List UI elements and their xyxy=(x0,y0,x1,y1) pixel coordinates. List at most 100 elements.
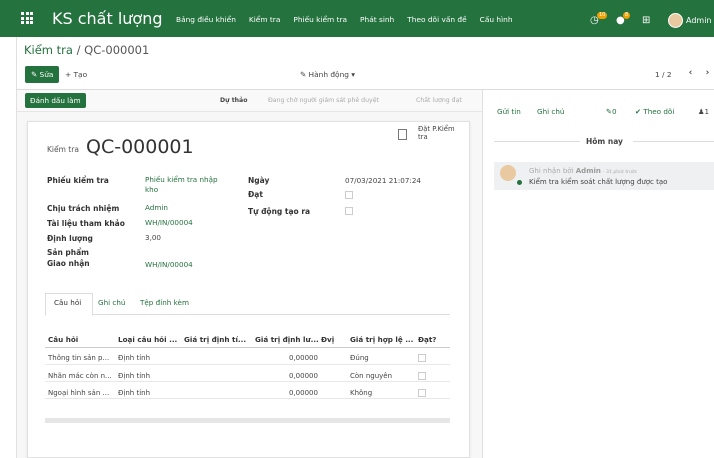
top-navbar: KS chất lượng Bảng điều khiển Kiểm tra P… xyxy=(0,0,714,37)
create-label: Tạo xyxy=(73,70,88,79)
delivery-label: Giao nhận xyxy=(47,259,90,268)
activity-count-badge: 10 xyxy=(597,11,608,19)
date-label: Ngày xyxy=(248,176,270,185)
edit-button[interactable]: ✎ Sửa xyxy=(25,66,60,83)
auto-created-checkbox[interactable] xyxy=(345,207,353,215)
breadcrumb-separator: / xyxy=(72,43,85,57)
messages-icon[interactable]: ● 8 xyxy=(616,11,631,26)
auto-created-label: Tự động tạo ra xyxy=(248,207,311,216)
systray: ◷ 10 ● 8 ⊞ Admin xyxy=(590,11,712,28)
table-cell: Không xyxy=(350,389,373,397)
message-count-badge: 8 xyxy=(623,11,631,19)
delivery-value[interactable]: WH/IN/00004 xyxy=(145,260,193,270)
reference-label: Tài liệu tham khảo xyxy=(47,219,125,228)
set-inspection-label: Đặt P.Kiểm tra xyxy=(418,125,455,141)
date-divider-line xyxy=(633,141,714,142)
row-pass-checkbox[interactable] xyxy=(418,389,426,397)
table-cell: Còn nguyên xyxy=(350,372,393,380)
attachments-count: 0 xyxy=(612,107,617,116)
wrench-icon: ✎ xyxy=(300,70,309,79)
column-header[interactable]: Câu hỏi xyxy=(48,335,78,344)
status-bar xyxy=(17,90,482,112)
menu-inspection-sheets[interactable]: Phiếu kiểm tra xyxy=(293,15,347,24)
message-body: Kiểm tra kiểm soát chất lượng được tạo xyxy=(529,178,668,186)
apps-menu-icon[interactable] xyxy=(21,12,33,24)
table-cell: Ngoại hình sản ... xyxy=(48,389,110,397)
pass-checkbox[interactable] xyxy=(345,191,353,199)
message-author[interactable]: Admin xyxy=(576,167,601,175)
quantity-label: Định lượng xyxy=(47,234,93,243)
picking-label: Phiếu kiểm tra xyxy=(47,176,109,185)
table-cell: Đúng xyxy=(350,354,369,362)
reference-value[interactable]: WH/IN/00004 xyxy=(145,218,193,228)
gift-icon[interactable]: ⊞ xyxy=(642,15,654,26)
table-cell: Thông tin sản p... xyxy=(48,354,110,362)
pager-value[interactable]: 1 / 2 xyxy=(655,70,672,79)
action-dropdown[interactable]: ✎ Hành động ▾ xyxy=(300,70,355,79)
tab-notes[interactable]: Ghi chú xyxy=(98,298,125,307)
edit-label: Sửa xyxy=(39,70,54,79)
pencil-icon: ✎ xyxy=(31,70,40,79)
menu-dashboard[interactable]: Bảng điều khiển xyxy=(176,15,236,24)
stage-waiting-approval[interactable]: Đang chờ người giám sát phê duyệt xyxy=(268,97,379,104)
message-meta: Ghi nhận bởi Admin · 31 phút trước xyxy=(529,167,637,175)
message-prefix: Ghi nhận bởi xyxy=(529,167,574,175)
table-footer xyxy=(45,418,450,423)
breadcrumb-current: QC-000001 xyxy=(84,43,150,57)
breadcrumb-parent[interactable]: Kiểm tra xyxy=(24,43,73,57)
column-header[interactable]: Đvị xyxy=(321,335,334,344)
follow-button[interactable]: ✔ Theo dõi xyxy=(635,107,674,116)
caret-down-icon: ▾ xyxy=(348,70,356,79)
breadcrumb: Kiểm tra / QC-000001 xyxy=(24,43,149,57)
user-avatar xyxy=(668,13,683,28)
menu-inspections[interactable]: Kiểm tra xyxy=(249,15,280,24)
menu-configuration[interactable]: Cấu hình xyxy=(480,15,513,24)
row-pass-checkbox[interactable] xyxy=(418,372,426,380)
send-message-button[interactable]: Gửi tin xyxy=(497,107,521,116)
plus-icon: + xyxy=(65,70,74,79)
date-divider-line xyxy=(494,141,580,142)
stage-draft[interactable]: Dự thảo xyxy=(220,97,247,104)
picking-value[interactable]: Phiếu kiểm tra nhập kho xyxy=(145,175,230,195)
table-cell: Định tính xyxy=(118,389,151,397)
column-header[interactable]: Giá trị hợp lệ ... xyxy=(350,335,413,344)
followers-button[interactable]: ♟1 xyxy=(698,107,709,116)
date-value: 07/03/2021 21:07:24 xyxy=(345,176,421,185)
log-note-button[interactable]: Ghi chú xyxy=(537,107,564,116)
tab-questions[interactable]: Câu hỏi xyxy=(54,298,81,307)
column-header[interactable]: Loại câu hỏi ... xyxy=(118,335,177,344)
attachments-button[interactable]: ✎0 xyxy=(606,107,617,116)
app-brand[interactable]: KS chất lượng xyxy=(52,9,163,28)
table-cell: Định tính xyxy=(118,354,151,362)
bookmark-icon xyxy=(398,129,407,140)
column-header[interactable]: Giá trị định tí... xyxy=(184,335,246,344)
column-header[interactable]: Đạt? xyxy=(418,335,436,344)
table-cell: Định tính xyxy=(118,372,151,380)
create-button[interactable]: + Tạo xyxy=(60,66,93,83)
pass-label: Đạt xyxy=(248,190,263,199)
pager-prev-icon[interactable]: ‹ xyxy=(683,66,698,81)
pager-next-icon[interactable]: › xyxy=(700,66,714,81)
product-label: Sản phẩm xyxy=(47,248,89,257)
table-cell: 0,00000 xyxy=(289,389,318,397)
table-cell: Nhãn mác còn n... xyxy=(48,372,112,380)
menu-incidents[interactable]: Phát sinh xyxy=(360,15,394,24)
tab-attachments[interactable]: Tệp đính kèm xyxy=(140,298,189,307)
stage-quality-passed[interactable]: Chất lượng đạt xyxy=(416,97,462,104)
user-menu[interactable]: Admin xyxy=(668,13,712,28)
responsible-label: Chịu trách nhiệm xyxy=(47,204,120,213)
message-author-avatar[interactable] xyxy=(500,165,516,181)
menu-issue-tracking[interactable]: Theo dõi vấn đề xyxy=(407,15,466,24)
action-label: Hành động xyxy=(308,70,349,79)
column-header[interactable]: Giá trị định lư... xyxy=(255,335,319,344)
follow-label: Theo dõi xyxy=(643,107,675,116)
row-pass-checkbox[interactable] xyxy=(418,354,426,362)
responsible-value[interactable]: Admin xyxy=(145,203,168,213)
user-name: Admin xyxy=(686,16,712,25)
top-menu: Bảng điều khiển Kiểm tra Phiếu kiểm tra … xyxy=(176,15,513,24)
mark-as-button[interactable]: Đánh dấu làm xyxy=(25,93,86,108)
online-status-icon xyxy=(517,180,522,185)
activity-clock-icon[interactable]: ◷ 10 xyxy=(590,11,608,26)
quantity-value: 3,00 xyxy=(145,233,162,242)
date-separator-today: Hôm nay xyxy=(586,137,623,146)
